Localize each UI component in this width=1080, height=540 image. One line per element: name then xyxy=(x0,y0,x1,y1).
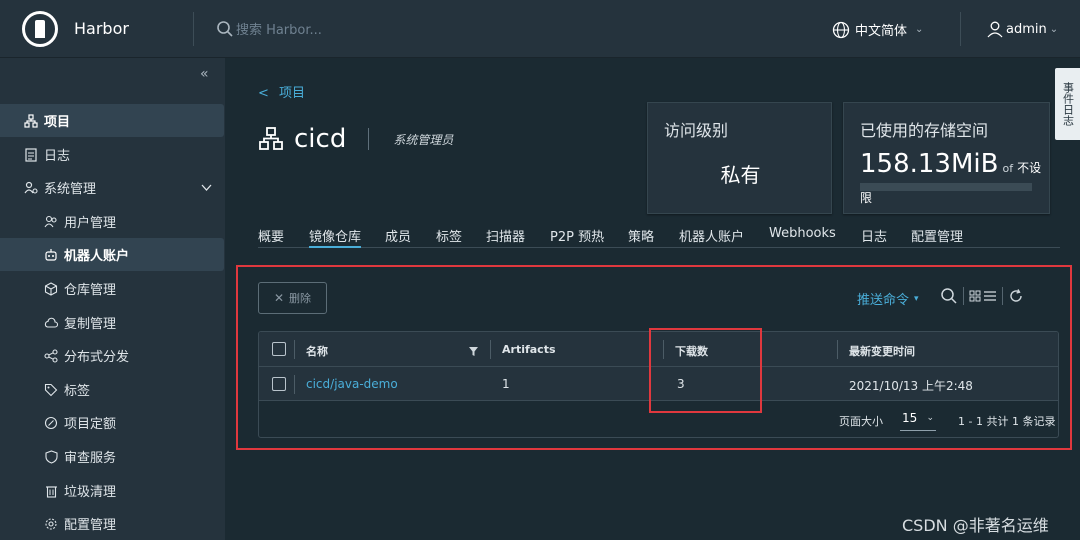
shield-icon xyxy=(44,449,58,464)
header-divider xyxy=(192,11,194,46)
top-header: Harbor 搜索 Harbor... 中文简体 ⌄ admin ⌄ xyxy=(0,0,1080,58)
sidebar-item-label: 用户管理 xyxy=(64,216,117,231)
breadcrumb[interactable]: < 项目 xyxy=(258,82,305,101)
sidebar-item-system-admin[interactable]: 系统管理 xyxy=(0,171,224,204)
sidebar-item-label: 项目定额 xyxy=(64,417,117,432)
storage-of: of xyxy=(1002,162,1014,175)
tab-repositories[interactable]: 镜像仓库 xyxy=(309,226,362,248)
project-name: cicd xyxy=(294,124,347,154)
robot-icon xyxy=(44,248,58,262)
users-icon xyxy=(44,215,58,229)
sidebar-item-label: 仓库管理 xyxy=(64,283,117,298)
tab-webhooks[interactable]: Webhooks xyxy=(769,226,836,248)
brand-name[interactable]: Harbor xyxy=(74,19,129,38)
storage-progress-bar xyxy=(860,183,1032,191)
share-icon xyxy=(44,348,58,363)
sidebar-item-label: 项目 xyxy=(44,115,71,130)
chevron-down-icon xyxy=(201,181,212,196)
sidebar-item-label: 机器人账户 xyxy=(64,249,130,264)
storage-usage: 158.13MiB of 不设限 xyxy=(860,149,1049,209)
access-level-title: 访问级别 xyxy=(664,121,729,140)
tab-scanner[interactable]: 扫描器 xyxy=(486,226,525,248)
sidebar-item-label: 审查服务 xyxy=(64,451,117,466)
sidebar-item-label: 日志 xyxy=(44,149,71,164)
project-icon xyxy=(24,113,38,128)
watermark: CSDN @非著名运维 xyxy=(902,516,1049,535)
gear-icon xyxy=(44,517,58,531)
access-level-card: 访问级别 私有 xyxy=(647,102,832,214)
sidebar-item-label: 系统管理 xyxy=(44,182,97,197)
tab-p2p-preheat[interactable]: P2P 预热 xyxy=(550,226,604,248)
header-divider-2 xyxy=(960,12,961,46)
log-icon xyxy=(24,147,38,162)
sidebar-item-quotas[interactable]: 项目定额 xyxy=(0,406,224,439)
highlight-frame-downloads xyxy=(649,328,762,413)
tab-members[interactable]: 成员 xyxy=(385,226,411,248)
user-name: admin xyxy=(1006,21,1047,37)
sidebar-item-logs[interactable]: 日志 xyxy=(0,138,224,171)
breadcrumb-projects-link[interactable]: 项目 xyxy=(279,86,305,101)
user-menu[interactable]: admin ⌄ xyxy=(986,20,1058,38)
access-level-value: 私有 xyxy=(720,163,761,187)
project-icon xyxy=(259,127,283,150)
sidebar-item-robot-accounts[interactable]: 机器人账户 xyxy=(0,238,224,271)
sidebar-item-interrogation[interactable]: 审查服务 xyxy=(0,440,224,473)
storage-title: 已使用的存储空间 xyxy=(860,121,989,140)
tab-summary[interactable]: 概要 xyxy=(258,226,284,248)
storage-card: 已使用的存储空间 158.13MiB of 不设限 xyxy=(843,102,1050,214)
tab-labels[interactable]: 标签 xyxy=(436,226,462,248)
page-title: cicd 系统管理员 xyxy=(258,124,453,154)
sidebar-item-configuration[interactable]: 配置管理 xyxy=(0,507,224,540)
tab-configuration[interactable]: 配置管理 xyxy=(911,226,963,248)
admin-icon xyxy=(24,181,38,195)
language-label: 中文简体 xyxy=(855,24,908,39)
harbor-logo-icon[interactable] xyxy=(22,10,58,47)
globe-icon xyxy=(832,21,850,38)
title-divider xyxy=(368,128,370,150)
tab-robot-accounts[interactable]: 机器人账户 xyxy=(679,226,744,248)
sidebar-item-label: 标签 xyxy=(64,384,91,399)
tag-icon xyxy=(44,383,58,397)
storage-used-value: 158.13MiB xyxy=(860,149,999,179)
back-chevron-icon: < xyxy=(258,86,269,101)
trash-icon xyxy=(44,484,58,498)
chevron-down-icon: ⌄ xyxy=(1049,23,1059,35)
tab-policy[interactable]: 策略 xyxy=(628,226,654,248)
sidebar-item-label: 垃圾清理 xyxy=(64,485,117,500)
user-icon xyxy=(987,21,1003,38)
sidebar-item-distribution[interactable]: 分布式分发 xyxy=(0,339,224,372)
event-log-side-tab[interactable]: 事件日志 xyxy=(1055,68,1080,140)
tab-logs[interactable]: 日志 xyxy=(861,226,887,248)
chevron-down-icon: ⌄ xyxy=(915,24,924,35)
quota-icon xyxy=(44,416,58,430)
sidebar-item-label: 配置管理 xyxy=(64,518,117,533)
collapse-sidebar-icon[interactable]: « xyxy=(200,66,209,82)
sidebar-item-replication[interactable]: 复制管理 xyxy=(0,306,224,339)
sidebar-item-repositories[interactable]: 仓库管理 xyxy=(0,272,224,305)
search-input[interactable]: 搜索 Harbor... xyxy=(236,19,322,38)
sidebar-item-users[interactable]: 用户管理 xyxy=(0,205,224,238)
project-role: 系统管理员 xyxy=(393,132,454,147)
search-icon xyxy=(217,20,233,37)
global-search[interactable]: 搜索 Harbor... xyxy=(216,19,322,38)
sidebar-item-gc[interactable]: 垃圾清理 xyxy=(0,474,224,507)
sidebar-item-projects[interactable]: 项目 xyxy=(0,104,224,137)
cube-icon xyxy=(44,281,58,296)
project-tabs: 概要 镜像仓库 成员 标签 扫描器 P2P 预热 策略 机器人账户 Webhoo… xyxy=(258,226,1060,248)
sidebar-item-labels[interactable]: 标签 xyxy=(0,373,224,406)
sidebar-item-label: 复制管理 xyxy=(64,317,117,332)
language-selector[interactable]: 中文简体 ⌄ xyxy=(832,20,923,39)
cloud-icon xyxy=(44,316,58,330)
sidebar-item-label: 分布式分发 xyxy=(64,350,130,365)
